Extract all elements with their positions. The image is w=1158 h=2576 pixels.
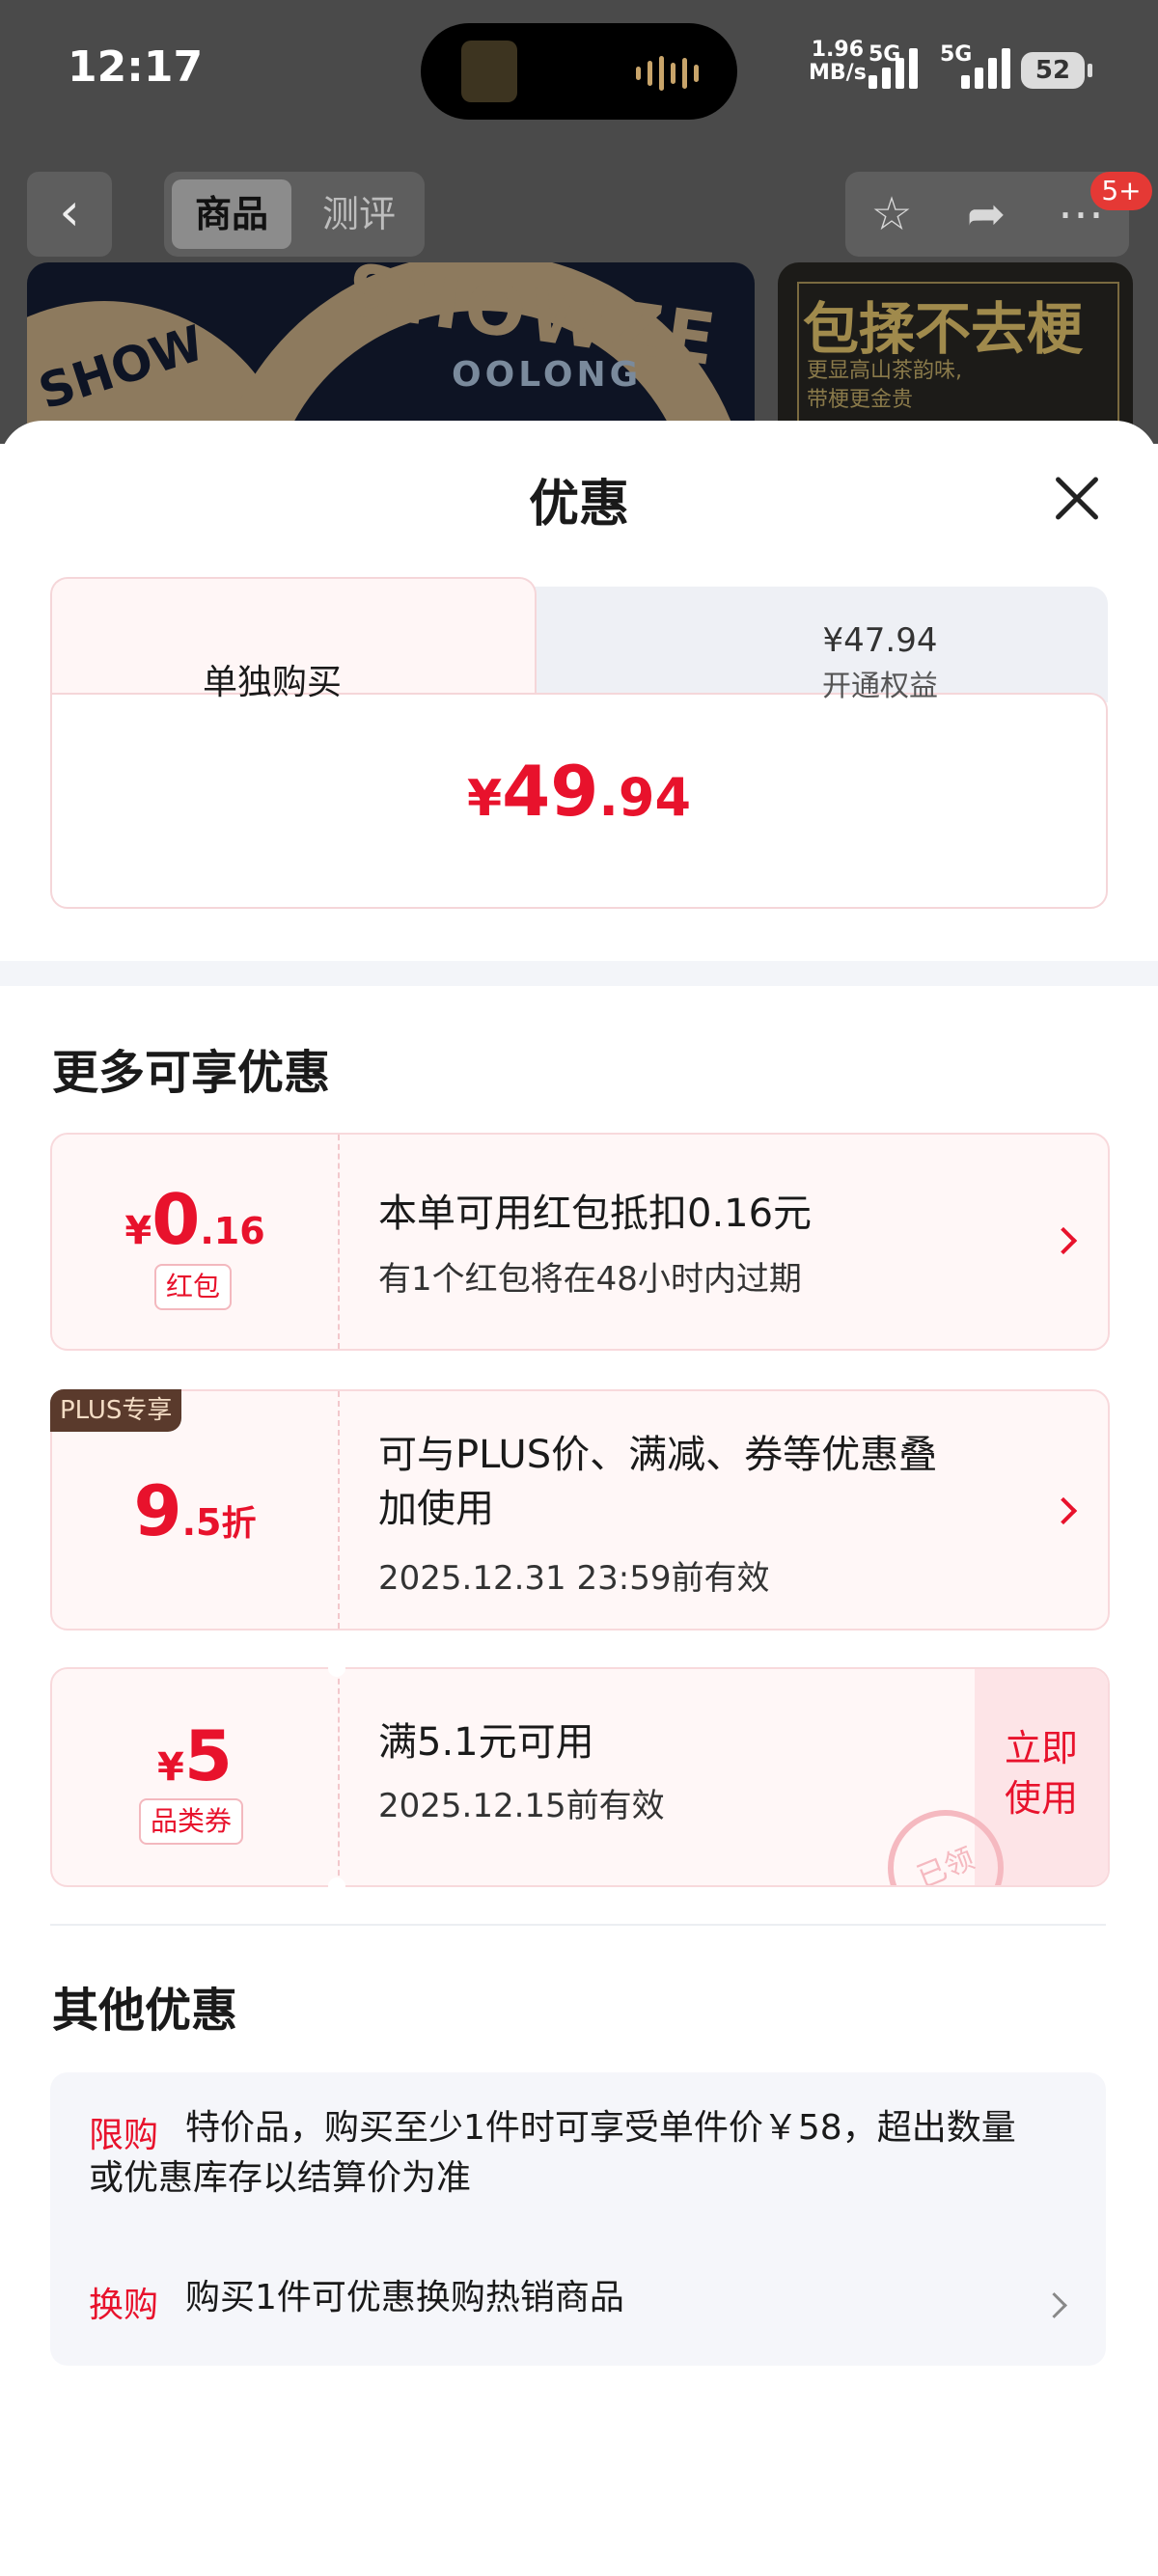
media-thumbnail <box>461 41 517 102</box>
promo-value: 9.5折 <box>133 1470 257 1551</box>
chevron-right-icon <box>1049 1496 1078 1525</box>
status-bar: 12:17 1.96 MB/s 5G 5G 52 <box>0 0 1158 145</box>
limit-purchase-text: 特价品，购买至少1件时可享受单件价￥58，超出数量或优惠库存以结算价为准 <box>89 2108 1016 2198</box>
promo-text: 可与PLUS价、满减、券等优惠叠 加使用 <box>378 1433 938 1531</box>
favorite-star-icon[interactable]: ☆ <box>853 179 930 249</box>
price-card: 单独购买 ¥47.94 开通权益 ¥49.94 <box>50 577 1108 909</box>
promo-value: ¥5 <box>157 1715 233 1796</box>
member-price: ¥47.94 <box>822 621 938 660</box>
signal-icon-2 <box>961 44 1010 89</box>
background-page: 12:17 1.96 MB/s 5G 5G 52 ‹ 商品 测评 ☆ ➦ ⋯ 5… <box>0 0 1158 444</box>
promo-sub: 2025.12.31 23:59前有效 <box>378 1559 770 1598</box>
other-discounts-title: 其他优惠 <box>52 1984 238 2038</box>
status-time: 12:17 <box>68 42 204 92</box>
promo-category-coupon[interactable]: 立即 使用 已领 ¥5 品类券 满5.1元可用 2025.12.15前有效 <box>50 1659 1110 1895</box>
trade-in-row[interactable]: 换购 购买1件可优惠换购热销商品 <box>50 2265 1106 2343</box>
audio-wave-icon <box>636 56 699 91</box>
side-banner-title: 包揉不去梗 <box>803 296 1084 362</box>
promo-sub: 2025.12.15前有效 <box>378 1787 665 1825</box>
plus-exclusive-badge: PLUS专享 <box>50 1389 182 1432</box>
notification-badge: 5+ <box>1090 172 1152 210</box>
dynamic-island[interactable] <box>421 23 737 120</box>
promo-value: ¥0.16 <box>124 1179 265 1260</box>
promo-text: 本单可用红包抵扣0.16元 <box>378 1192 813 1236</box>
side-banner[interactable]: 包揉不去梗 更显高山茶韵味, 带梗更金贵 <box>778 262 1133 444</box>
more-discounts-title: 更多可享优惠 <box>52 1046 331 1100</box>
close-icon[interactable] <box>1050 471 1104 525</box>
member-label: 开通权益 <box>822 670 938 703</box>
back-button[interactable]: ‹ <box>27 172 112 257</box>
product-tabs: 商品 测评 <box>164 172 425 257</box>
promo-sub: 有1个红包将在48小时内过期 <box>378 1260 802 1299</box>
nav-actions: ☆ ➦ ⋯ <box>845 172 1129 257</box>
trade-in-text: 购买1件可优惠换购热销商品 <box>185 2278 624 2317</box>
use-now-label: 立即 使用 <box>1004 1727 1078 1820</box>
battery-icon: 52 <box>1021 52 1092 89</box>
promo-text: 满5.1元可用 <box>378 1720 594 1765</box>
sheet-title: 优惠 <box>528 476 629 534</box>
promo-plus-discount[interactable]: PLUS专享 9.5折 可与PLUS价、满减、券等优惠叠 加使用 2025.12… <box>50 1389 1110 1631</box>
side-banner-sub: 更显高山茶韵味, 带梗更金贵 <box>807 359 962 412</box>
chevron-right-icon <box>1049 1226 1078 1255</box>
other-discounts-box: 限购 特价品，购买至少1件时可享受单件价￥58，超出数量或优惠库存以结算价为准 … <box>50 2072 1106 2366</box>
single-purchase-label: 单独购买 <box>202 663 342 702</box>
promo-tag: 品类券 <box>139 1798 244 1845</box>
product-banner[interactable]: SHOWZE OOLONG SHOW <box>27 262 755 444</box>
network-speed: 1.96 MB/s <box>809 38 867 85</box>
signal-icon <box>868 44 918 89</box>
final-price: ¥49.94 <box>466 751 692 832</box>
discount-sheet: 优惠 单独购买 ¥47.94 开通权益 ¥49.94 更多可享优惠 ¥0.16 … <box>0 421 1158 2576</box>
trade-in-tag: 换购 <box>89 2286 159 2325</box>
tab-product[interactable]: 商品 <box>172 179 291 249</box>
promo-tag: 红包 <box>154 1264 233 1310</box>
share-icon[interactable]: ➦ <box>948 179 1025 249</box>
section-divider <box>0 961 1158 986</box>
brand-sub-text: OOLONG <box>452 355 643 395</box>
tab-review[interactable]: 测评 <box>299 179 419 249</box>
promo-red-packet[interactable]: ¥0.16 红包 本单可用红包抵扣0.16元 有1个红包将在48小时内过期 <box>50 1133 1110 1351</box>
